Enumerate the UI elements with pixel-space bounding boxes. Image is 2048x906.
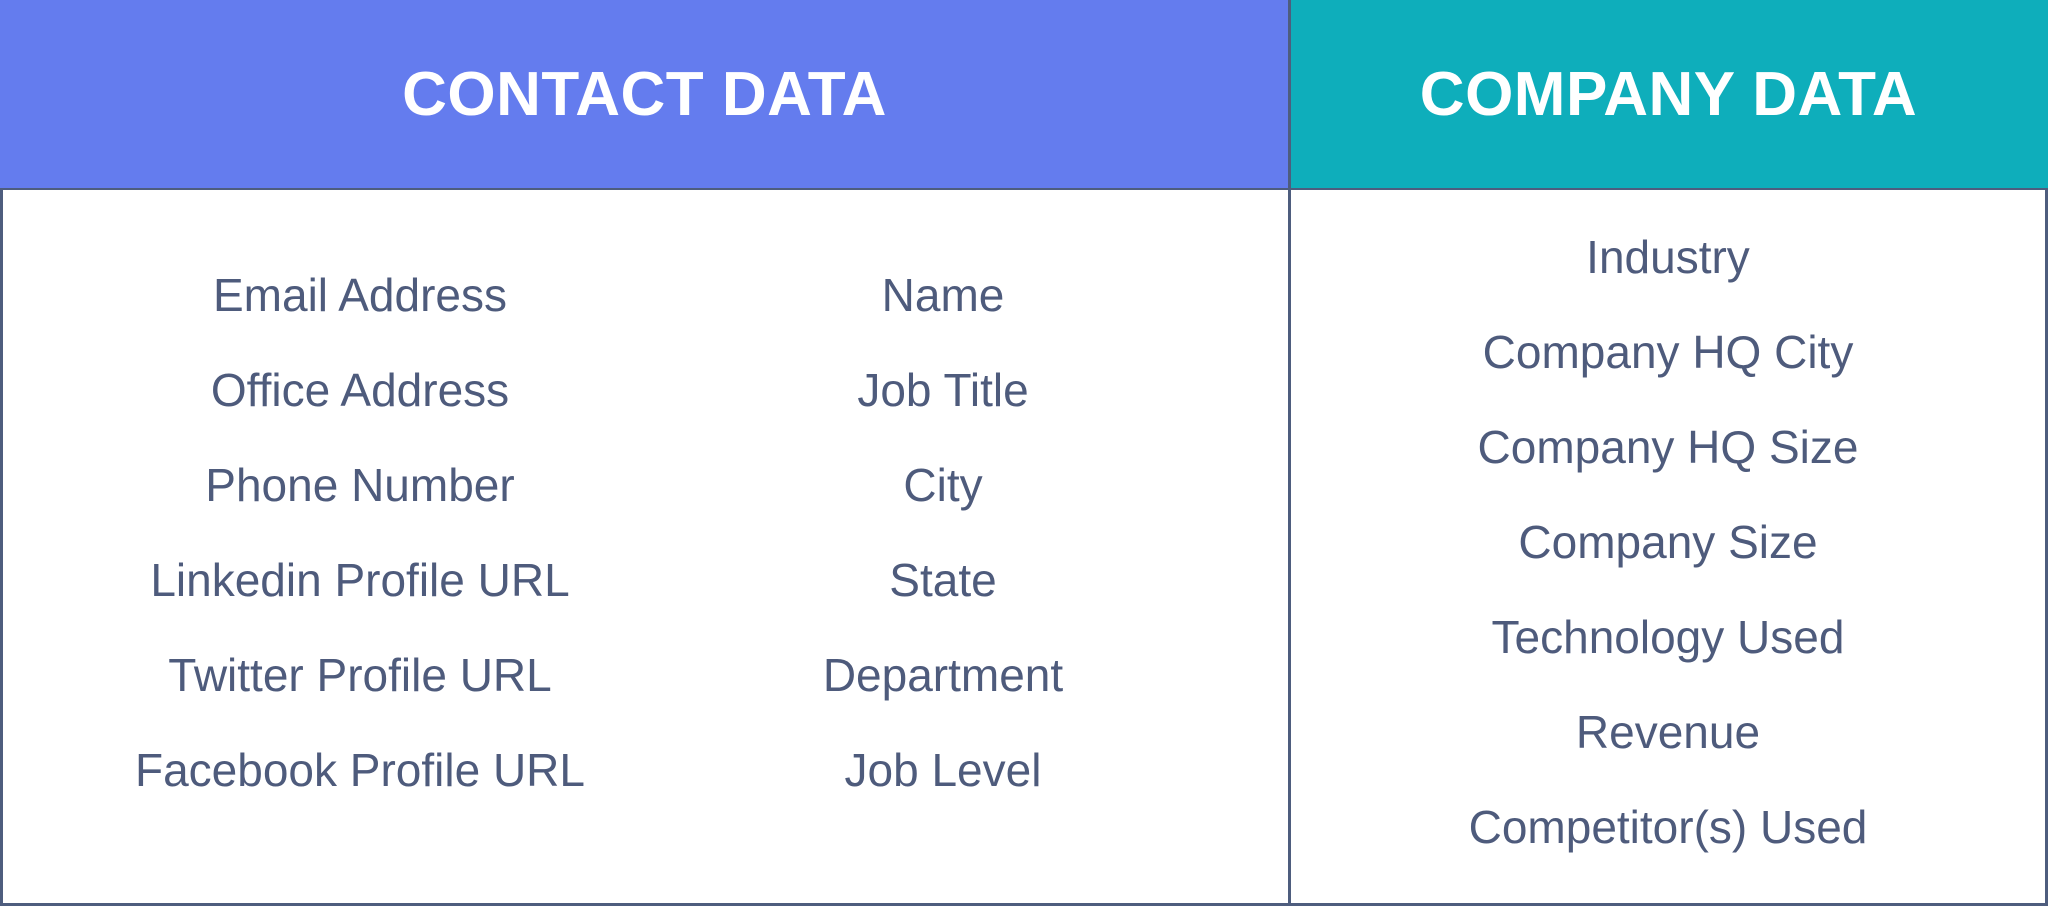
company-data-header: COMPANY DATA xyxy=(1289,0,2048,189)
company-field: Company HQ City xyxy=(1482,326,1854,378)
company-data-title: COMPANY DATA xyxy=(1419,60,1918,129)
contact-data-header: CONTACT DATA xyxy=(0,0,1289,189)
contact-field: Job Level xyxy=(844,744,1042,796)
contact-field: Name xyxy=(881,269,1005,321)
contact-field: Job Title xyxy=(857,364,1029,416)
contact-field: City xyxy=(903,459,983,511)
data-fields-table: CONTACT DATA COMPANY DATA Email Address … xyxy=(0,0,2048,906)
contact-field: Office Address xyxy=(210,364,510,416)
contact-field: Facebook Profile URL xyxy=(135,744,585,796)
header-divider xyxy=(1288,0,1291,189)
contact-field: Twitter Profile URL xyxy=(168,649,552,701)
company-field: Revenue xyxy=(1575,706,1761,758)
company-field: Technology Used xyxy=(1491,611,1845,663)
contact-right-column: Name Job Title City State Department Job… xyxy=(743,248,1143,818)
contact-field: Phone Number xyxy=(205,459,515,511)
contact-data-title: CONTACT DATA xyxy=(402,60,887,129)
contact-field: State xyxy=(889,554,997,606)
contact-left-column: Email Address Office Address Phone Numbe… xyxy=(60,248,660,818)
company-field: Industry xyxy=(1586,231,1750,283)
company-column: Industry Company HQ City Company HQ Size… xyxy=(1291,210,2045,875)
contact-field: Email Address xyxy=(212,269,507,321)
company-field: Competitor(s) Used xyxy=(1468,801,1868,853)
contact-field: Linkedin Profile URL xyxy=(150,554,570,606)
company-field: Company Size xyxy=(1518,516,1818,568)
contact-field: Department xyxy=(822,649,1064,701)
company-field: Company HQ Size xyxy=(1477,421,1859,473)
